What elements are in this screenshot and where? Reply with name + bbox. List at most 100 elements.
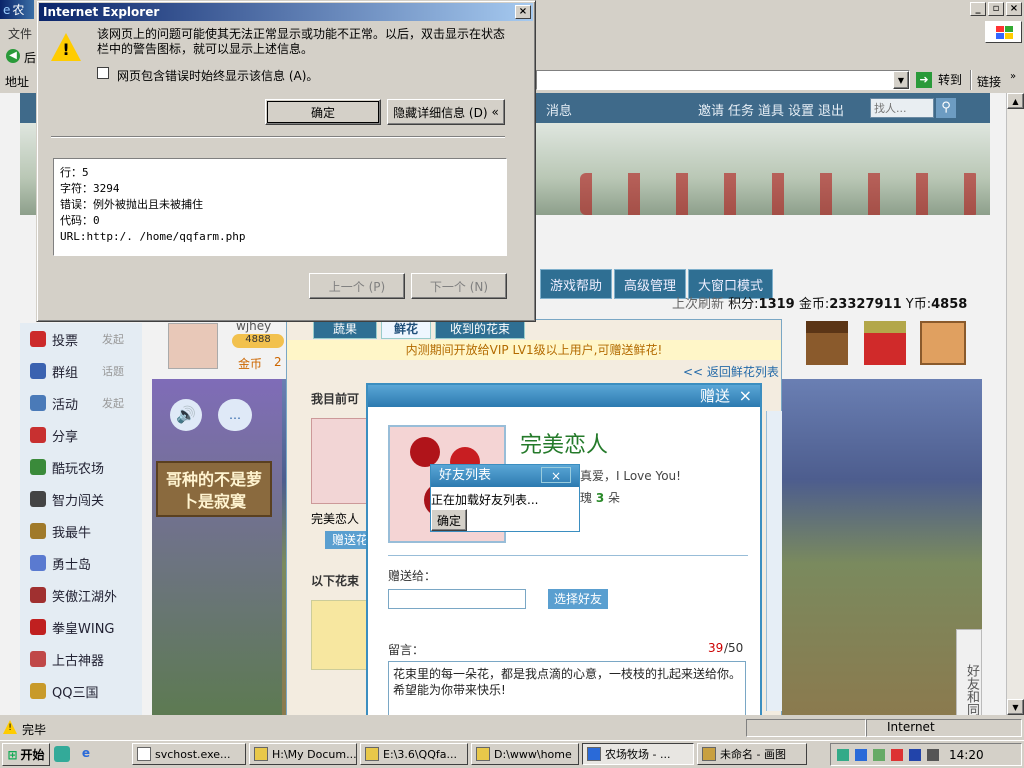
page-scrollbar[interactable]: ▲ ▼	[1006, 93, 1024, 715]
avatar[interactable]	[168, 323, 218, 369]
hide-details-label: 隐藏详细信息 (D)	[393, 105, 488, 120]
ok-button[interactable]: 确定	[265, 99, 381, 125]
nav-props[interactable]: 道具	[758, 100, 784, 119]
give-to-input[interactable]	[388, 589, 526, 609]
tray-speaker-icon[interactable]	[927, 748, 939, 761]
tab-game-help[interactable]: 游戏帮助	[540, 269, 613, 299]
taskbar-task-label: svchost.exe...	[155, 747, 231, 761]
scroll-up-button[interactable]: ▲	[1007, 93, 1024, 109]
minimize-button[interactable]: _	[970, 2, 986, 16]
taskbar-task-label: H:\My Docum...	[272, 747, 357, 761]
sidebar-item[interactable]: 分享	[20, 419, 142, 451]
sidebar-item[interactable]: 拳皇WING	[20, 611, 142, 643]
friend-ok-button[interactable]: 确定	[431, 509, 467, 531]
nav-logout[interactable]: 退出	[818, 100, 844, 119]
taskbar-task-icon	[365, 747, 379, 761]
ybi-value: 4858	[931, 297, 968, 312]
close-window-button[interactable]: ×	[1006, 2, 1022, 16]
chat-icon[interactable]: …	[218, 399, 252, 431]
back-label[interactable]: 后	[24, 49, 36, 66]
choose-friend-button[interactable]: 选择好友	[548, 589, 608, 609]
nav-invite[interactable]: 邀请	[698, 100, 724, 119]
user-gold-value: 2	[274, 355, 282, 369]
sidebar-item-icon	[30, 459, 46, 475]
sidebar-item[interactable]: 投票 发起	[20, 323, 142, 355]
restore-button[interactable]: ▫	[988, 2, 1004, 16]
back-arrow-icon[interactable]: ◀	[6, 49, 20, 63]
tray-network-icon[interactable]	[837, 748, 849, 761]
error-detail-value: 3294	[93, 182, 120, 195]
back-to-list-link[interactable]: << 返回鲜花列表	[683, 363, 779, 380]
warning-icon[interactable]: !	[3, 720, 17, 734]
next-error-button[interactable]: 下一个 (N)	[411, 273, 507, 299]
system-tray: 14:20	[830, 743, 1022, 766]
windows-logo-icon	[985, 21, 1022, 43]
gift-scrollbar[interactable]	[766, 411, 782, 711]
sidebar-item-action[interactable]: 发起	[102, 331, 124, 347]
sidebar-item[interactable]: 活动 发起	[20, 387, 142, 419]
points-label: 积分:	[728, 297, 759, 312]
sidebar-item[interactable]: 我最牛	[20, 515, 142, 547]
friends-side-tab[interactable]: 好友和同学	[956, 629, 982, 715]
nav-messages[interactable]: 消息	[546, 100, 572, 119]
quicklaunch-ie-icon[interactable]: e	[78, 746, 94, 762]
sidebar-item[interactable]: 勇士岛	[20, 547, 142, 579]
quicklaunch-qq-icon[interactable]	[54, 746, 70, 762]
gift-close-icon[interactable]: ×	[739, 385, 752, 407]
speaker-icon[interactable]: 🔊	[170, 399, 202, 431]
taskbar-task[interactable]: D:\www\home	[471, 743, 579, 765]
prev-error-button[interactable]: 上一个 (P)	[309, 273, 405, 299]
friend-loading-text: 正在加载好友列表...	[431, 493, 539, 507]
taskbar-task[interactable]: E:\3.6\QQfa...	[360, 743, 468, 765]
tray-monitor-icon[interactable]	[873, 748, 885, 761]
address-input[interactable]: ▼	[536, 70, 910, 90]
taskbar-task[interactable]: H:\My Docum...	[249, 743, 357, 765]
sidebar-item-label: 我最牛	[52, 525, 92, 541]
address-dropdown-button[interactable]: ▼	[893, 71, 909, 89]
sidebar-item[interactable]: 酷玩农场	[20, 451, 142, 483]
links-label[interactable]: 链接	[977, 73, 1001, 90]
sidebar-item[interactable]: 笑傲江湖外	[20, 579, 142, 611]
taskbar: ⊞ 开始 e svchost.exe... H:\My Docum... E:\3.…	[0, 740, 1024, 768]
nav-tasks[interactable]: 任务	[728, 100, 754, 119]
user-level: 4888	[232, 334, 284, 348]
sidebar-item-action[interactable]: 话题	[102, 363, 124, 379]
friend-close-icon[interactable]: ×	[541, 467, 571, 483]
sidebar-item-label: 活动	[52, 397, 79, 413]
start-button[interactable]: ⊞ 开始	[2, 743, 50, 766]
taskbar-task[interactable]: 农场牧场 - ...	[582, 743, 694, 765]
taskbar-task-icon	[254, 747, 268, 761]
clock[interactable]: 14:20	[949, 748, 984, 762]
go-button[interactable]: ➜ 转到	[916, 71, 962, 88]
message-textarea[interactable]: 花束里的每一朵花，都是我点滴的心意，一枝枝的扎起来送给你。希望能为你带来快乐!	[388, 661, 746, 715]
sidebar-item-action[interactable]: 发起	[102, 395, 124, 411]
sidebar-item[interactable]: 智力闯关	[20, 483, 142, 515]
sidebar-item[interactable]: QQ三国	[20, 675, 142, 707]
scroll-down-button[interactable]: ▼	[1007, 699, 1024, 715]
ie-dialog-close-button[interactable]: ×	[515, 5, 531, 19]
always-show-label[interactable]: 网页包含错误时始终显示该信息 (A)。	[117, 67, 318, 84]
search-icon[interactable]: ⚲	[936, 98, 956, 118]
always-show-checkbox[interactable]	[97, 67, 109, 79]
links-chevron-icon[interactable]: »	[1010, 71, 1016, 82]
error-detail-row: 错误：例外被抛出且未被捕住	[60, 197, 500, 213]
shop-icon[interactable]	[864, 321, 906, 365]
daisy-thumb[interactable]	[311, 600, 367, 670]
collapse-chevron-icon: «	[491, 105, 499, 119]
house-icon[interactable]	[806, 321, 848, 365]
rose-thumb[interactable]	[311, 418, 367, 504]
tray-app-icon[interactable]	[891, 748, 903, 761]
sidebar-item[interactable]: 上古神器	[20, 643, 142, 675]
menu-file[interactable]: 文件	[8, 25, 32, 42]
tray-u-icon[interactable]	[909, 748, 921, 761]
nav-settings[interactable]: 设置	[788, 100, 814, 119]
wooden-sign: 哥种的不是萝卜是寂寞	[156, 461, 272, 517]
sidebar-item[interactable]: 群组 话题	[20, 355, 142, 387]
search-input[interactable]	[870, 98, 934, 118]
hide-details-button[interactable]: 隐藏详细信息 (D) «	[387, 99, 505, 125]
warehouse-icon[interactable]	[920, 321, 966, 365]
taskbar-task[interactable]: 未命名 - 画图	[697, 743, 807, 765]
error-detail-row: 字符：3294	[60, 181, 500, 197]
tray-shield-icon[interactable]	[855, 748, 867, 761]
taskbar-task[interactable]: svchost.exe...	[132, 743, 246, 765]
